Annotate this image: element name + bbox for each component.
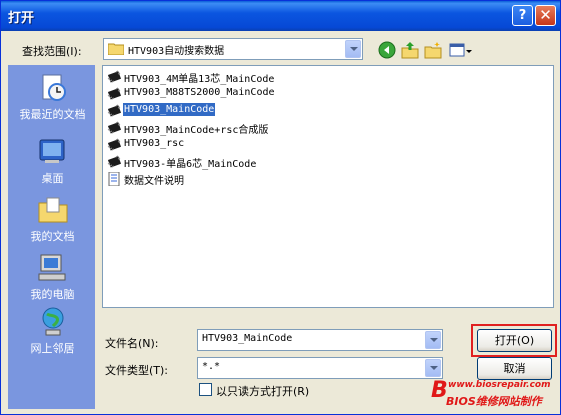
filetype-value: *.* [202, 361, 221, 372]
chip-file-icon [106, 121, 122, 135]
file-list[interactable]: HTV903_4M单晶13芯_MainCode HTV903_M88TS2000… [102, 65, 554, 308]
readonly-checkbox[interactable] [199, 383, 212, 396]
places-bar: 我最近的文档 桌面 我的文档 我的电脑 网上邻居 [8, 65, 95, 409]
folder-icon [107, 42, 125, 56]
new-folder-icon[interactable] [424, 41, 442, 59]
chip-file-icon [106, 87, 122, 101]
place-recent-documents[interactable]: 我最近的文档 [9, 70, 96, 130]
chevron-down-icon[interactable] [425, 359, 441, 377]
chip-file-icon [106, 70, 122, 84]
watermark-brand: BIOS维修网站制作 [446, 395, 542, 408]
views-menu-icon[interactable] [449, 41, 473, 59]
lookin-label: 查找范围(I): [22, 45, 82, 58]
title-bar[interactable]: 打开 ? ✕ [1, 1, 560, 31]
text-document-icon [106, 171, 122, 187]
place-label: 我最近的文档 [19, 108, 86, 121]
chip-file-icon [106, 104, 122, 118]
place-my-computer[interactable]: 我的电脑 [9, 250, 96, 310]
up-folder-icon[interactable] [401, 41, 419, 59]
chip-file-icon [106, 138, 122, 152]
back-icon[interactable] [378, 41, 396, 59]
open-file-dialog: 打开 ? ✕ 查找范围(I): HTV903自动搜索数据 我最近的文档 桌面 我… [0, 0, 561, 415]
cancel-button[interactable]: 取消 [477, 357, 552, 380]
place-desktop[interactable]: 桌面 [9, 134, 96, 194]
desktop-icon [37, 136, 69, 168]
readonly-label[interactable]: 以只读方式打开(R) [216, 383, 309, 399]
watermark-url: www.biosrepair.com [448, 380, 551, 390]
place-network[interactable]: 网上邻居 [9, 304, 96, 364]
lookin-value: HTV903自动搜索数据 [128, 46, 225, 57]
filetype-dropdown[interactable]: *.* [197, 357, 443, 379]
filename-value: HTV903_MainCode [202, 333, 293, 344]
lookin-dropdown[interactable]: HTV903自动搜索数据 [103, 38, 363, 60]
filename-label: 文件名(N): [105, 337, 159, 350]
network-places-icon [37, 306, 69, 338]
my-documents-icon [37, 194, 69, 226]
my-computer-icon [37, 252, 69, 284]
chevron-down-icon[interactable] [425, 331, 441, 349]
chevron-down-icon[interactable] [345, 40, 361, 58]
close-button[interactable]: ✕ [535, 5, 556, 26]
place-my-documents[interactable]: 我的文档 [9, 192, 96, 252]
open-button[interactable]: 打开(O) [477, 329, 552, 352]
help-button[interactable]: ? [512, 5, 533, 26]
filename-input[interactable]: HTV903_MainCode [197, 329, 443, 351]
place-label: 我的文档 [30, 230, 75, 243]
place-label: 我的电脑 [30, 288, 75, 301]
chip-file-icon [106, 155, 122, 169]
window-title: 打开 [8, 11, 35, 26]
place-label: 桌面 [41, 172, 64, 185]
filetype-label: 文件类型(T): [105, 364, 169, 377]
place-label: 网上邻居 [30, 342, 75, 355]
recent-documents-icon [37, 72, 69, 104]
